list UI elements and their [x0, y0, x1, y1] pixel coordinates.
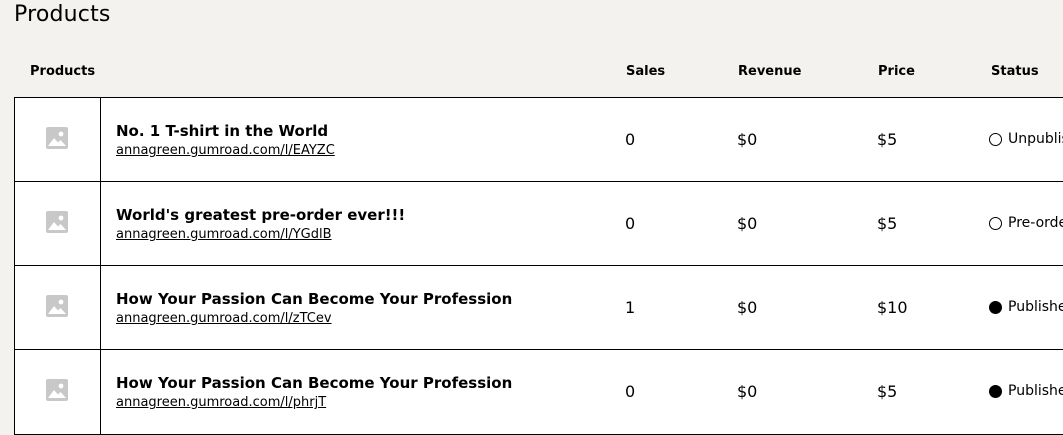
status-label: Published [1008, 299, 1063, 315]
status-badge: Published [989, 299, 1063, 315]
table-row[interactable]: How Your Passion Can Become Your Profess… [15, 350, 1063, 434]
table-header: Products Sales Revenue Price Status [0, 64, 1063, 82]
product-thumbnail [15, 98, 101, 181]
revenue-value: $0 [737, 298, 758, 317]
status-label: Unpublished [1008, 131, 1063, 147]
image-placeholder-icon [46, 127, 68, 149]
status-label: Pre-order [1008, 215, 1063, 231]
status-badge: Pre-order [989, 215, 1063, 231]
page-title: Products [14, 2, 111, 27]
status-badge: Unpublished [989, 131, 1063, 147]
circle-filled-icon [989, 384, 1002, 398]
revenue-value: $0 [737, 382, 758, 401]
header-revenue[interactable]: Revenue [738, 64, 801, 79]
price-value: $5 [877, 130, 898, 149]
product-name[interactable]: How Your Passion Can Become Your Profess… [116, 290, 512, 308]
table-row[interactable]: How Your Passion Can Become Your Profess… [15, 266, 1063, 350]
image-placeholder-icon [46, 295, 68, 317]
revenue-value: $0 [737, 130, 758, 149]
price-value: $10 [877, 298, 908, 317]
image-placeholder-icon [46, 379, 68, 401]
price-value: $5 [877, 382, 898, 401]
circle-outline-icon [989, 216, 1002, 230]
status-label: Published [1008, 383, 1063, 399]
product-name[interactable]: How Your Passion Can Become Your Profess… [116, 374, 512, 392]
product-name[interactable]: No. 1 T-shirt in the World [116, 122, 328, 140]
circle-outline-icon [989, 132, 1002, 146]
sales-value: 0 [625, 214, 636, 233]
product-url-link[interactable]: annagreen.gumroad.com/l/YGdlB [116, 227, 332, 242]
header-products[interactable]: Products [30, 64, 95, 79]
products-table: No. 1 T-shirt in the World annagreen.gum… [14, 97, 1063, 435]
product-thumbnail [15, 182, 101, 265]
status-badge: Published [989, 383, 1063, 399]
product-thumbnail [15, 350, 101, 434]
sales-value: 1 [625, 298, 636, 317]
price-value: $5 [877, 214, 898, 233]
sales-value: 0 [625, 382, 636, 401]
header-status[interactable]: Status [991, 64, 1039, 79]
product-thumbnail [15, 266, 101, 349]
revenue-value: $0 [737, 214, 758, 233]
circle-filled-icon [989, 300, 1002, 314]
image-placeholder-icon [46, 211, 68, 233]
header-price[interactable]: Price [878, 64, 915, 79]
header-sales[interactable]: Sales [626, 64, 665, 79]
table-row[interactable]: No. 1 T-shirt in the World annagreen.gum… [15, 98, 1063, 182]
table-row[interactable]: World's greatest pre-order ever!!! annag… [15, 182, 1063, 266]
product-url-link[interactable]: annagreen.gumroad.com/l/phrjT [116, 395, 326, 410]
sales-value: 0 [625, 130, 636, 149]
product-url-link[interactable]: annagreen.gumroad.com/l/zTCev [116, 311, 332, 326]
product-name[interactable]: World's greatest pre-order ever!!! [116, 206, 405, 224]
product-url-link[interactable]: annagreen.gumroad.com/l/EAYZC [116, 143, 335, 158]
